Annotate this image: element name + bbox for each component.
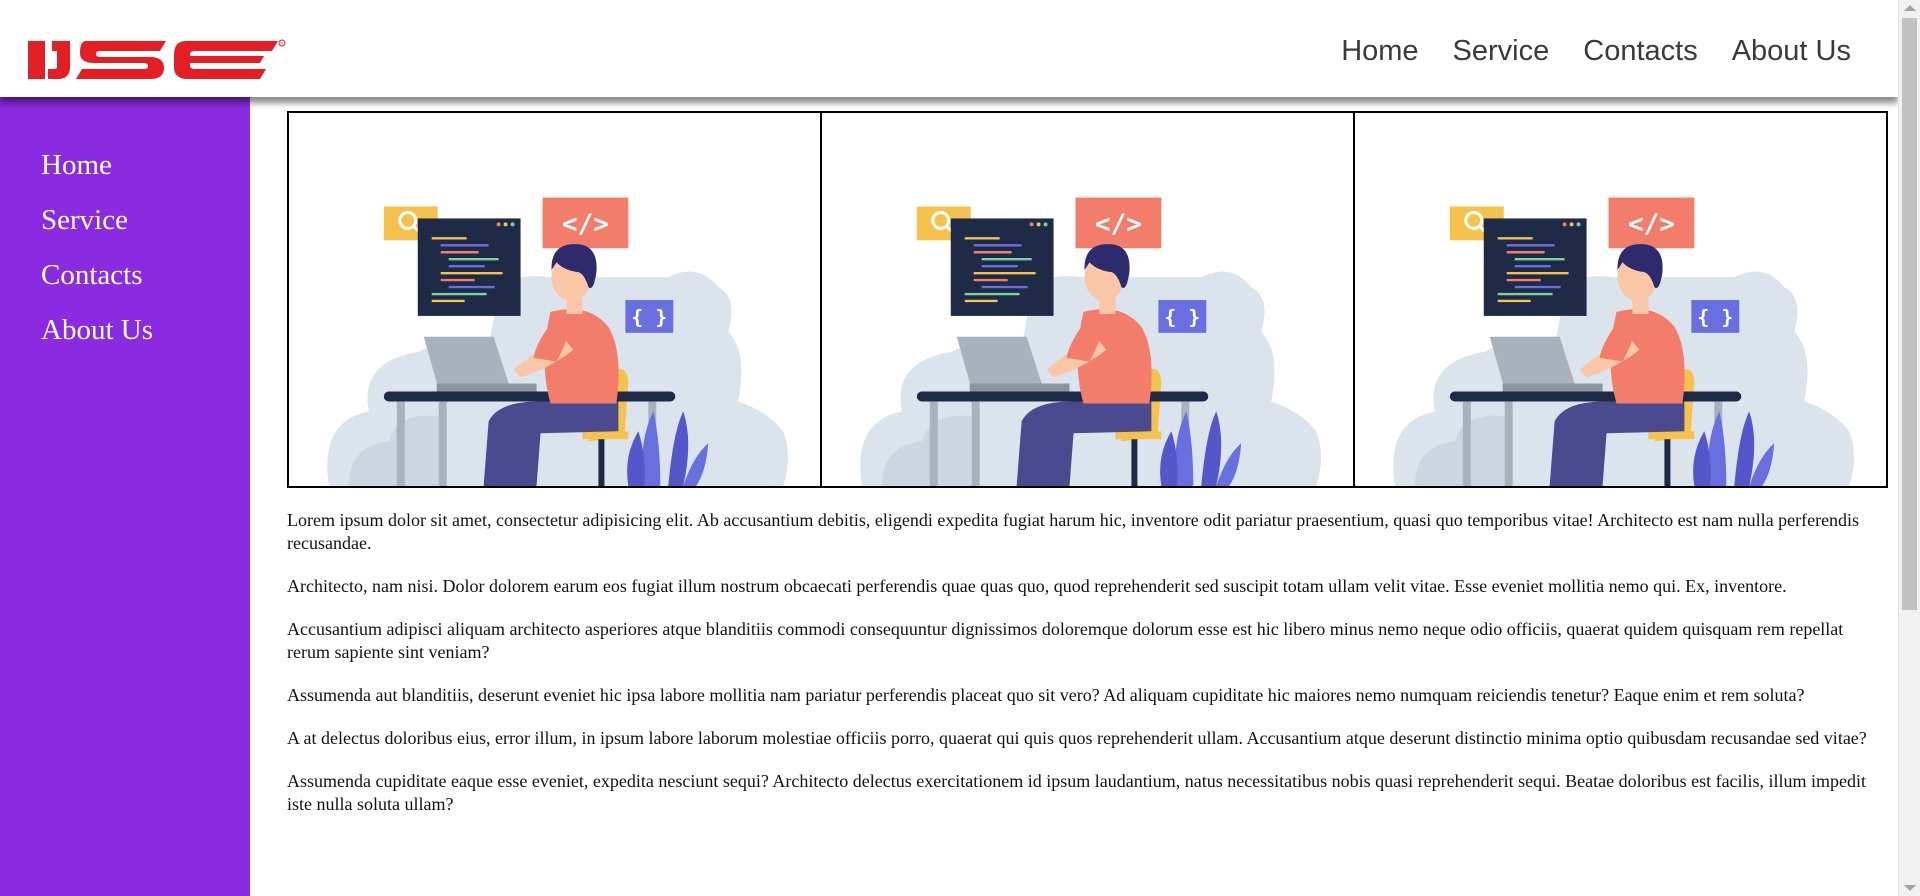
topnav-contacts-link[interactable]: Contacts	[1583, 31, 1697, 71]
top-navigation: Home Service Contacts About Us	[1307, 31, 1851, 71]
gallery-image-3: </> { }	[1355, 113, 1886, 486]
sidebar-home-link[interactable]: Home	[41, 149, 112, 181]
top-header: R Home Service Contacts About Us	[0, 0, 1898, 97]
vertical-scrollbar[interactable]	[1898, 0, 1920, 896]
main-content: </> { } </> {} </> {} Lorem ipsum dolo…	[287, 97, 1888, 896]
paragraph: Lorem ipsum dolor sit amet, consectetur …	[287, 510, 1860, 553]
svg-text:{ }: { }	[1164, 306, 1200, 329]
paragraph: Architecto, nam nisi. Dolor dolorem earu…	[287, 576, 1787, 596]
svg-text:</>: </>	[1095, 209, 1142, 239]
paragraph: Assumenda aut blanditiis, deserunt eveni…	[287, 685, 1805, 705]
svg-text:R: R	[280, 41, 283, 46]
sidebar-contacts-link[interactable]: Contacts	[41, 259, 143, 291]
scroll-thumb[interactable]	[1902, 18, 1917, 610]
topnav-about-link[interactable]: About Us	[1732, 31, 1851, 71]
svg-text:{ }: { }	[1697, 306, 1733, 329]
image-gallery: </> { } </> {} </> {}	[287, 111, 1888, 488]
scroll-down-arrow-icon[interactable]	[1904, 885, 1916, 891]
gallery-image-2: </> { }	[822, 113, 1355, 486]
svg-text:{ }: { }	[631, 306, 667, 329]
developer-illustration-icon: </> { }	[1393, 197, 1855, 486]
paragraph: Assumenda cupiditate eaque esse eveniet,…	[287, 771, 1867, 814]
sidebar-service-link[interactable]: Service	[41, 204, 128, 236]
sidebar-item-service: Service	[41, 200, 250, 255]
sidebar-item-contacts: Contacts	[41, 255, 250, 310]
developer-illustration-icon: </> { }	[327, 197, 789, 486]
ijse-logo[interactable]: R	[28, 39, 288, 85]
sidebar-item-about: About Us	[41, 310, 250, 365]
svg-text:</>: </>	[562, 209, 609, 239]
developer-illustration-icon: </> { }	[860, 197, 1322, 486]
text-content: Lorem ipsum dolor sit amet, consectetur …	[287, 509, 1888, 836]
scroll-up-arrow-icon[interactable]	[1904, 5, 1916, 11]
sidebar: Home Service Contacts About Us	[0, 97, 250, 896]
svg-text:</>: </>	[1628, 209, 1675, 239]
sidebar-navigation: Home Service Contacts About Us	[0, 97, 250, 365]
topnav-home-link[interactable]: Home	[1341, 31, 1418, 71]
logo-icon: R	[28, 39, 286, 79]
topnav-service-link[interactable]: Service	[1453, 31, 1550, 71]
sidebar-about-link[interactable]: About Us	[41, 314, 153, 346]
gallery-image-1: </> { }	[289, 113, 822, 486]
paragraph: A at delectus doloribus eius, error illu…	[287, 728, 1867, 748]
sidebar-item-home: Home	[41, 145, 250, 200]
paragraph: Accusantium adipisci aliquam architecto …	[287, 619, 1844, 662]
